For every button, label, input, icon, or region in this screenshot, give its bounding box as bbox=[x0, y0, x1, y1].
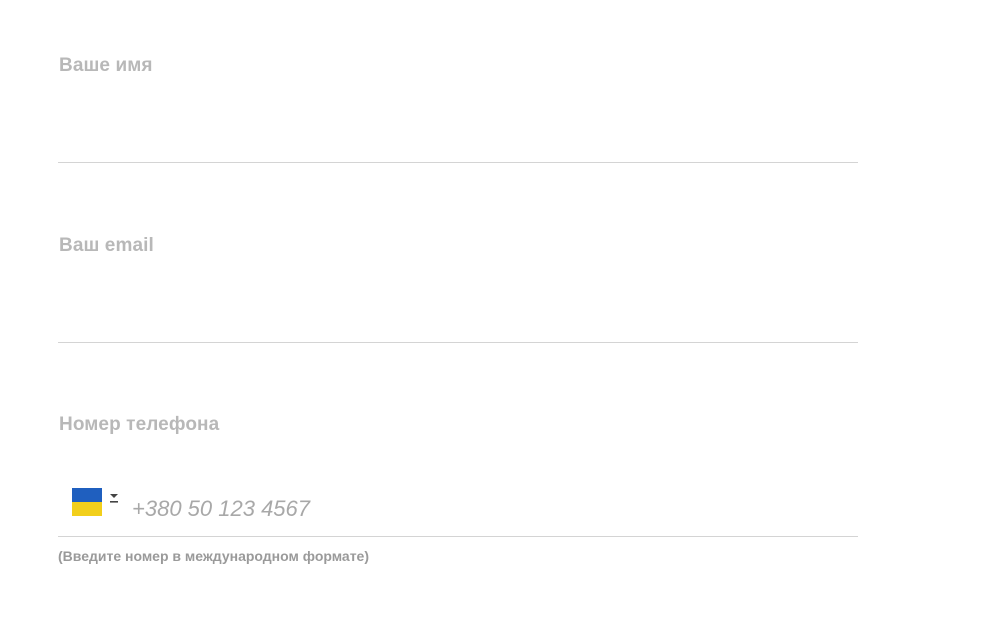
email-input[interactable] bbox=[58, 304, 858, 340]
flag-blue-stripe bbox=[72, 488, 102, 502]
ukraine-flag-icon[interactable] bbox=[72, 488, 102, 516]
email-underline bbox=[58, 342, 858, 343]
phone-underline bbox=[58, 536, 858, 537]
phone-format-hint: (Введите номер в международном формате) bbox=[58, 548, 370, 564]
flag-yellow-stripe bbox=[72, 502, 102, 516]
contact-form: Ваше имя Ваш email Номер телефона (Введи… bbox=[0, 0, 1000, 621]
phone-label: Номер телефона bbox=[59, 414, 220, 435]
name-underline bbox=[58, 162, 858, 163]
country-dropdown-arrow-icon[interactable] bbox=[108, 492, 120, 506]
phone-input[interactable] bbox=[132, 492, 832, 526]
name-label: Ваше имя bbox=[59, 55, 153, 76]
name-input[interactable] bbox=[58, 124, 858, 160]
email-label: Ваш email bbox=[59, 235, 154, 256]
